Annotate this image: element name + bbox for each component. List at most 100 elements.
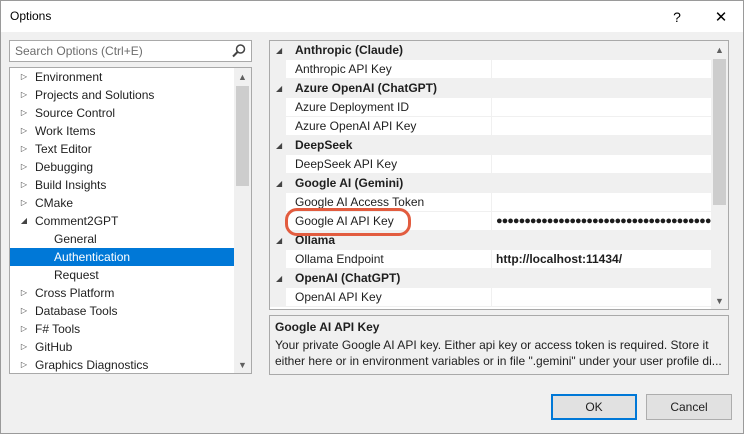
collapsed-arrow-icon[interactable]: ▷ <box>19 122 29 140</box>
row-gutter <box>270 60 286 79</box>
collapsed-arrow-icon[interactable]: ▷ <box>19 140 29 158</box>
tree-item-label: Cross Platform <box>35 286 115 300</box>
options-tree[interactable]: ▷ Environment ▷ Projects and Solutions ▷ Sour… <box>9 67 252 374</box>
row-gutter <box>270 288 286 307</box>
grid-category[interactable]: ◢ Anthropic (Claude) <box>270 41 712 60</box>
property-name: DeepSeek API Key <box>295 157 398 171</box>
options-dialog: Options ? ✕ Search Options (Ctrl+E) ▷ Env… <box>0 0 744 434</box>
collapsed-arrow-icon[interactable]: ▷ <box>19 158 29 176</box>
grid-category-label: Azure OpenAI (ChatGPT) <box>295 81 438 95</box>
scroll-up-icon[interactable]: ▲ <box>711 41 728 58</box>
highlight-annotation <box>285 208 411 236</box>
tree-item[interactable]: Request <box>10 266 234 284</box>
collapsed-arrow-icon[interactable]: ▷ <box>19 356 29 373</box>
row-gutter <box>270 250 286 269</box>
tree-item-label: Debugging <box>35 160 94 174</box>
collapsed-arrow-icon[interactable]: ▷ <box>19 104 29 122</box>
scroll-down-icon[interactable]: ▼ <box>234 356 251 373</box>
expanded-arrow-icon[interactable]: ◢ <box>276 174 282 193</box>
scroll-up-icon[interactable]: ▲ <box>234 68 251 85</box>
close-button[interactable]: ✕ <box>699 1 743 32</box>
tree-item[interactable]: ▷ Environment <box>10 68 234 86</box>
tree-item-label: Work Items <box>35 124 96 138</box>
property-name: Azure Deployment ID <box>295 100 410 114</box>
description-body: Your private Google AI API key. Either a… <box>275 338 722 368</box>
grid-property-row[interactable]: Azure OpenAI API Key <box>270 117 712 136</box>
grid-property-row[interactable]: OpenAI API Key <box>270 288 712 307</box>
tree-scrollbar[interactable]: ▲ ▼ <box>234 68 251 373</box>
ok-button[interactable]: OK <box>551 394 637 420</box>
tree-item[interactable]: ▷ CMake <box>10 194 234 212</box>
collapsed-arrow-icon[interactable]: ▷ <box>19 320 29 338</box>
grid-category[interactable]: ◢ Azure OpenAI (ChatGPT) <box>270 79 712 98</box>
grid-category[interactable]: ◢ DeepSeek <box>270 136 712 155</box>
tree-item-label: Build Insights <box>35 178 107 192</box>
expanded-arrow-icon[interactable]: ◢ <box>276 79 282 98</box>
grid-category[interactable]: ◢ OpenAI (ChatGPT) <box>270 269 712 288</box>
expanded-arrow-icon[interactable]: ◢ <box>276 269 282 288</box>
expanded-arrow-icon[interactable]: ◢ <box>276 231 282 250</box>
collapsed-arrow-icon[interactable]: ▷ <box>19 194 29 212</box>
scroll-down-icon[interactable]: ▼ <box>711 292 728 309</box>
tree-item[interactable]: ▷ Debugging <box>10 158 234 176</box>
tree-item[interactable]: ◢ Comment2GPT <box>10 212 234 230</box>
tree-scroll-thumb[interactable] <box>236 86 249 186</box>
description-panel: Google AI API Key Your private Google AI… <box>269 315 729 375</box>
tree-item-label: CMake <box>35 196 74 210</box>
search-input[interactable]: Search Options (Ctrl+E) <box>9 40 252 62</box>
tree-item-label: Source Control <box>35 106 116 120</box>
tree-item-label: GitHub <box>35 340 73 354</box>
tree-item-label: Text Editor <box>35 142 92 156</box>
tree-item[interactable]: ▷ Projects and Solutions <box>10 86 234 104</box>
tree-item[interactable]: ▷ Graphics Diagnostics <box>10 356 234 373</box>
property-value[interactable]: http://localhost:11434/ <box>496 250 622 269</box>
tree-list: ▷ Environment ▷ Projects and Solutions ▷ Sour… <box>10 68 234 373</box>
cancel-button[interactable]: Cancel <box>646 394 732 420</box>
property-name: Anthropic API Key <box>295 62 392 76</box>
property-name: Azure OpenAI API Key <box>295 119 417 133</box>
tree-item[interactable]: ▷ Build Insights <box>10 176 234 194</box>
grid-property-row[interactable]: Anthropic API Key <box>270 60 712 79</box>
tree-item[interactable]: Authentication <box>10 248 234 266</box>
collapsed-arrow-icon[interactable]: ▷ <box>19 338 29 356</box>
tree-item[interactable]: General <box>10 230 234 248</box>
help-button[interactable]: ? <box>655 1 699 32</box>
property-name: OpenAI API Key <box>295 290 382 304</box>
grid-property-row[interactable]: Azure Deployment ID <box>270 98 712 117</box>
grid-scrollbar[interactable]: ▲ ▼ <box>711 41 728 309</box>
expanded-arrow-icon[interactable]: ◢ <box>19 212 29 230</box>
tree-item-label: Graphics Diagnostics <box>35 358 149 372</box>
collapsed-arrow-icon[interactable]: ▷ <box>19 302 29 320</box>
tree-item[interactable]: ▷ Cross Platform <box>10 284 234 302</box>
column-divider <box>491 60 492 79</box>
tree-item-label: Database Tools <box>35 304 118 318</box>
column-divider <box>491 155 492 174</box>
property-value[interactable]: ●●●●●●●●●●●●●●●●●●●●●●●●●●●●●●●●●●●●●● <box>496 212 711 231</box>
expanded-arrow-icon[interactable]: ◢ <box>276 41 282 60</box>
grid-category-label: OpenAI (ChatGPT) <box>295 271 401 285</box>
tree-item[interactable]: ▷ F# Tools <box>10 320 234 338</box>
grid-property-row[interactable]: DeepSeek API Key <box>270 155 712 174</box>
grid-category-label: Google AI (Gemini) <box>295 176 404 190</box>
property-grid[interactable]: ◢ Anthropic (Claude) Anthropic API Key ◢ Azu… <box>269 40 729 310</box>
tree-item[interactable]: ▷ GitHub <box>10 338 234 356</box>
expanded-arrow-icon[interactable]: ◢ <box>276 136 282 155</box>
collapsed-arrow-icon[interactable]: ▷ <box>19 176 29 194</box>
dialog-title: Options <box>10 9 52 23</box>
column-divider <box>491 117 492 136</box>
grid-category[interactable]: ◢ Google AI (Gemini) <box>270 174 712 193</box>
collapsed-arrow-icon[interactable]: ▷ <box>19 68 29 86</box>
title-bar: Options ? ✕ <box>1 1 743 32</box>
tree-item[interactable]: ▷ Database Tools <box>10 302 234 320</box>
column-divider <box>491 212 492 231</box>
search-icon[interactable] <box>231 43 247 59</box>
collapsed-arrow-icon[interactable]: ▷ <box>19 86 29 104</box>
tree-item[interactable]: ▷ Source Control <box>10 104 234 122</box>
grid-scroll-thumb[interactable] <box>713 59 726 205</box>
tree-item-label: General <box>54 232 97 246</box>
tree-item[interactable]: ▷ Text Editor <box>10 140 234 158</box>
grid-property-row[interactable]: Ollama Endpoint http://localhost:11434/ <box>270 250 712 269</box>
row-gutter <box>270 193 286 212</box>
collapsed-arrow-icon[interactable]: ▷ <box>19 284 29 302</box>
tree-item[interactable]: ▷ Work Items <box>10 122 234 140</box>
